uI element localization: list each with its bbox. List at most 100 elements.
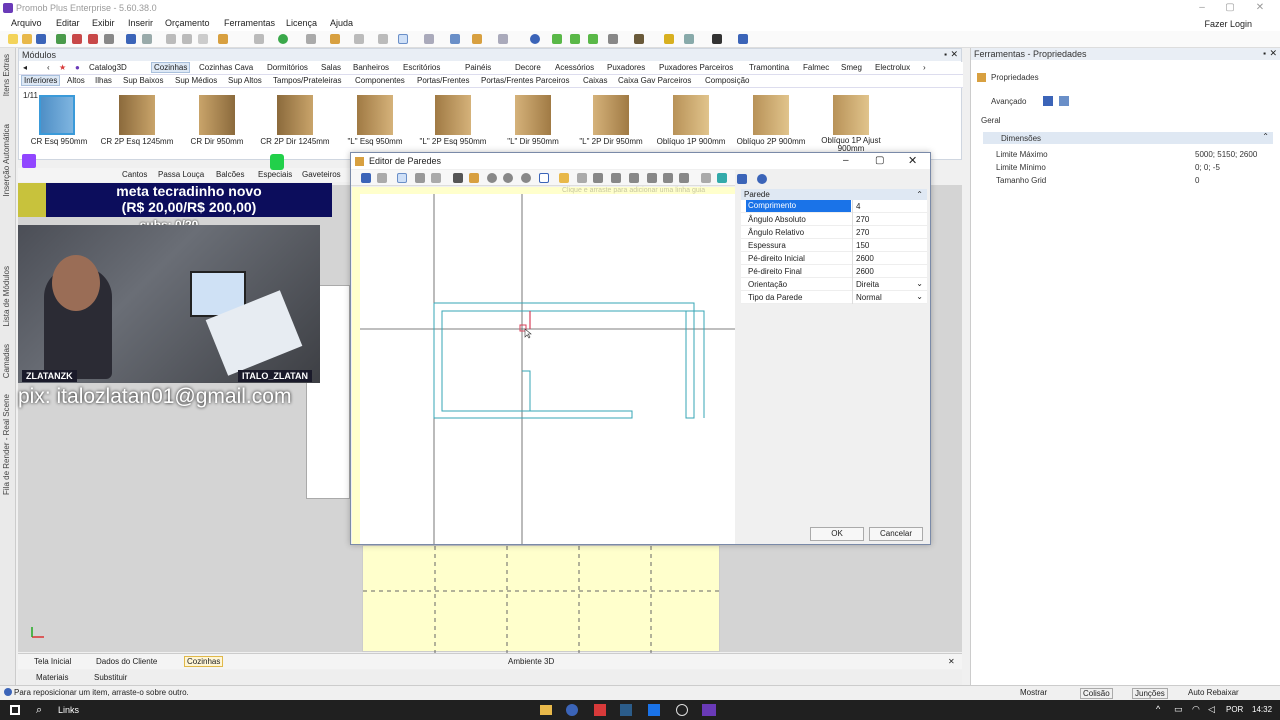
reset-icon[interactable]	[539, 173, 549, 183]
collapse-icon[interactable]: ⌃	[1262, 132, 1269, 141]
module-thumb-obliquo-1p[interactable]	[673, 95, 709, 135]
copy-icon[interactable]	[182, 34, 192, 44]
cube-icon[interactable]	[634, 34, 644, 44]
folder-icon[interactable]	[540, 705, 552, 715]
maximize-button[interactable]: ▢	[1216, 0, 1244, 16]
section-parede[interactable]: Parede	[741, 189, 927, 200]
close-button[interactable]: ✕	[1246, 0, 1274, 16]
prop-row[interactable]: Espessura 150	[741, 239, 927, 252]
redo-icon[interactable]	[142, 34, 152, 44]
section-dimensoes[interactable]: Dimensões ⌃	[983, 132, 1273, 144]
tab-altos[interactable]: Altos	[67, 76, 85, 85]
print-icon[interactable]	[104, 34, 114, 44]
module-thumb-cr-dir[interactable]	[199, 95, 235, 135]
tab-caixas[interactable]: Caixas	[583, 76, 607, 85]
align-bottom-icon[interactable]	[679, 173, 689, 183]
print-icon[interactable]	[701, 173, 711, 183]
tab-cozinhas-doc[interactable]: Cozinhas	[184, 656, 224, 667]
paint-icon[interactable]	[218, 34, 228, 44]
tab-caixa-gav[interactable]: Caixa Gav Parceiros	[618, 76, 691, 85]
box-icon[interactable]	[330, 34, 340, 44]
tab-dados-cliente[interactable]: Dados do Cliente	[96, 657, 157, 666]
auto-rebaixar-toggle[interactable]: Auto Rebaixar	[1188, 688, 1239, 697]
menu-inserir[interactable]: Inserir	[128, 18, 153, 28]
close-tab-icon[interactable]: ✕	[948, 657, 955, 666]
windows-start-icon[interactable]	[10, 705, 20, 715]
tab-inferiores[interactable]: Inferiores	[21, 75, 61, 86]
tab-substituir[interactable]: Substituir	[94, 673, 127, 682]
nav-right-icon[interactable]: ›	[923, 63, 926, 72]
dialog-minimize-button[interactable]: –	[843, 155, 849, 166]
wall-editor-canvas[interactable]: Clique e arraste para adicionar uma linh…	[352, 187, 735, 544]
cancel-button[interactable]: Cancelar	[869, 527, 923, 541]
tab-sup-altos[interactable]: Sup Altos	[228, 76, 262, 85]
view-icon[interactable]	[498, 34, 508, 44]
tab-tramontina[interactable]: Tramontina	[749, 63, 789, 72]
measure2-icon[interactable]	[611, 173, 621, 183]
side-tab-insercao[interactable]: Inserção Automática	[2, 124, 11, 196]
module-thumb-cr-esq[interactable]	[39, 95, 75, 135]
collapse-icon[interactable]: ⌃	[916, 190, 923, 199]
tab-falmec[interactable]: Falmec	[803, 63, 829, 72]
juncoes-toggle[interactable]: Junções	[1132, 688, 1168, 699]
arrow-right-icon[interactable]	[570, 34, 580, 44]
pointer-icon[interactable]	[453, 173, 463, 183]
list-view-icon[interactable]	[1043, 96, 1053, 106]
ok-button[interactable]: OK	[810, 527, 864, 541]
tab-acessorios[interactable]: Acessórios	[555, 63, 594, 72]
tab-salas[interactable]: Salas	[321, 63, 341, 72]
tab-cozinhas-cava[interactable]: Cozinhas Cava	[199, 63, 253, 72]
copy-icon[interactable]	[577, 173, 587, 183]
steam-icon[interactable]	[620, 704, 632, 716]
cut-icon[interactable]	[166, 34, 176, 44]
rotate-icon[interactable]	[354, 34, 364, 44]
shape-icon[interactable]	[450, 34, 460, 44]
taskbar-search-label[interactable]: Links	[58, 705, 79, 715]
delete-icon[interactable]	[254, 34, 264, 44]
tab-sup-medios[interactable]: Sup Médios	[175, 76, 217, 85]
select-icon[interactable]	[398, 34, 408, 44]
menu-licenca[interactable]: Licença	[286, 18, 317, 28]
eye-icon[interactable]	[530, 34, 540, 44]
redo-icon[interactable]	[377, 173, 387, 183]
move-icon[interactable]	[712, 34, 722, 44]
help-icon[interactable]	[757, 174, 767, 184]
side-tab-camadas[interactable]: Camadas	[2, 344, 11, 378]
module-thumb-l-esq[interactable]	[357, 95, 393, 135]
side-tab-lista-modulos[interactable]: Lista de Módulos	[2, 266, 11, 326]
undo-icon[interactable]	[361, 173, 371, 183]
tab-puxadores-parceiros[interactable]: Puxadores Parceiros	[659, 63, 733, 72]
snap-icon[interactable]	[559, 173, 569, 183]
limit-max-value[interactable]: 5000; 5150; 2600	[1195, 150, 1257, 159]
prop-row[interactable]: Comprimento 4	[741, 200, 927, 213]
prop-row[interactable]: Pé-direito Final 2600	[741, 265, 927, 278]
advanced-toggle[interactable]: Avançado	[991, 97, 1026, 106]
side-tab-fila-render[interactable]: Fila de Render - Real Scene	[2, 394, 11, 495]
language-indicator[interactable]: POR	[1226, 705, 1243, 714]
tab-portas-parceiros[interactable]: Portas/Frentes Parceiros	[481, 76, 569, 85]
tab-catalog3d[interactable]: Catalog3D	[89, 63, 127, 72]
grid-size-value[interactable]: 0	[1195, 176, 1199, 185]
prop-row[interactable]: Ângulo Absoluto 270	[741, 213, 927, 226]
wifi-icon[interactable]: ◠	[1192, 704, 1200, 715]
draw-wall-icon[interactable]	[397, 173, 407, 183]
table-icon[interactable]	[431, 173, 441, 183]
limit-min-value[interactable]: 0; 0; -5	[1195, 163, 1220, 172]
save-icon[interactable]	[36, 34, 46, 44]
clock[interactable]: 14:32	[1252, 705, 1272, 714]
tab-componentes[interactable]: Componentes	[355, 76, 405, 85]
tab-ilhas[interactable]: Ilhas	[95, 76, 112, 85]
tab-dormitorios[interactable]: Dormitórios	[267, 63, 308, 72]
zoom-icon[interactable]	[487, 173, 497, 183]
dialog-maximize-button[interactable]: ▢	[875, 155, 884, 166]
colisao-toggle[interactable]: Colisão	[1080, 688, 1113, 699]
chevron-down-icon[interactable]: ⌄	[916, 279, 923, 288]
new-icon[interactable]	[8, 34, 18, 44]
measure-icon[interactable]	[593, 173, 603, 183]
module-icon[interactable]	[472, 34, 482, 44]
tab-cozinhas[interactable]: Cozinhas	[151, 62, 191, 73]
tab-portas-frentes[interactable]: Portas/Frentes	[417, 76, 469, 85]
obs-icon[interactable]	[676, 704, 688, 716]
grid-view-icon[interactable]	[1059, 96, 1069, 106]
tab-geral[interactable]: Geral	[981, 116, 1001, 125]
